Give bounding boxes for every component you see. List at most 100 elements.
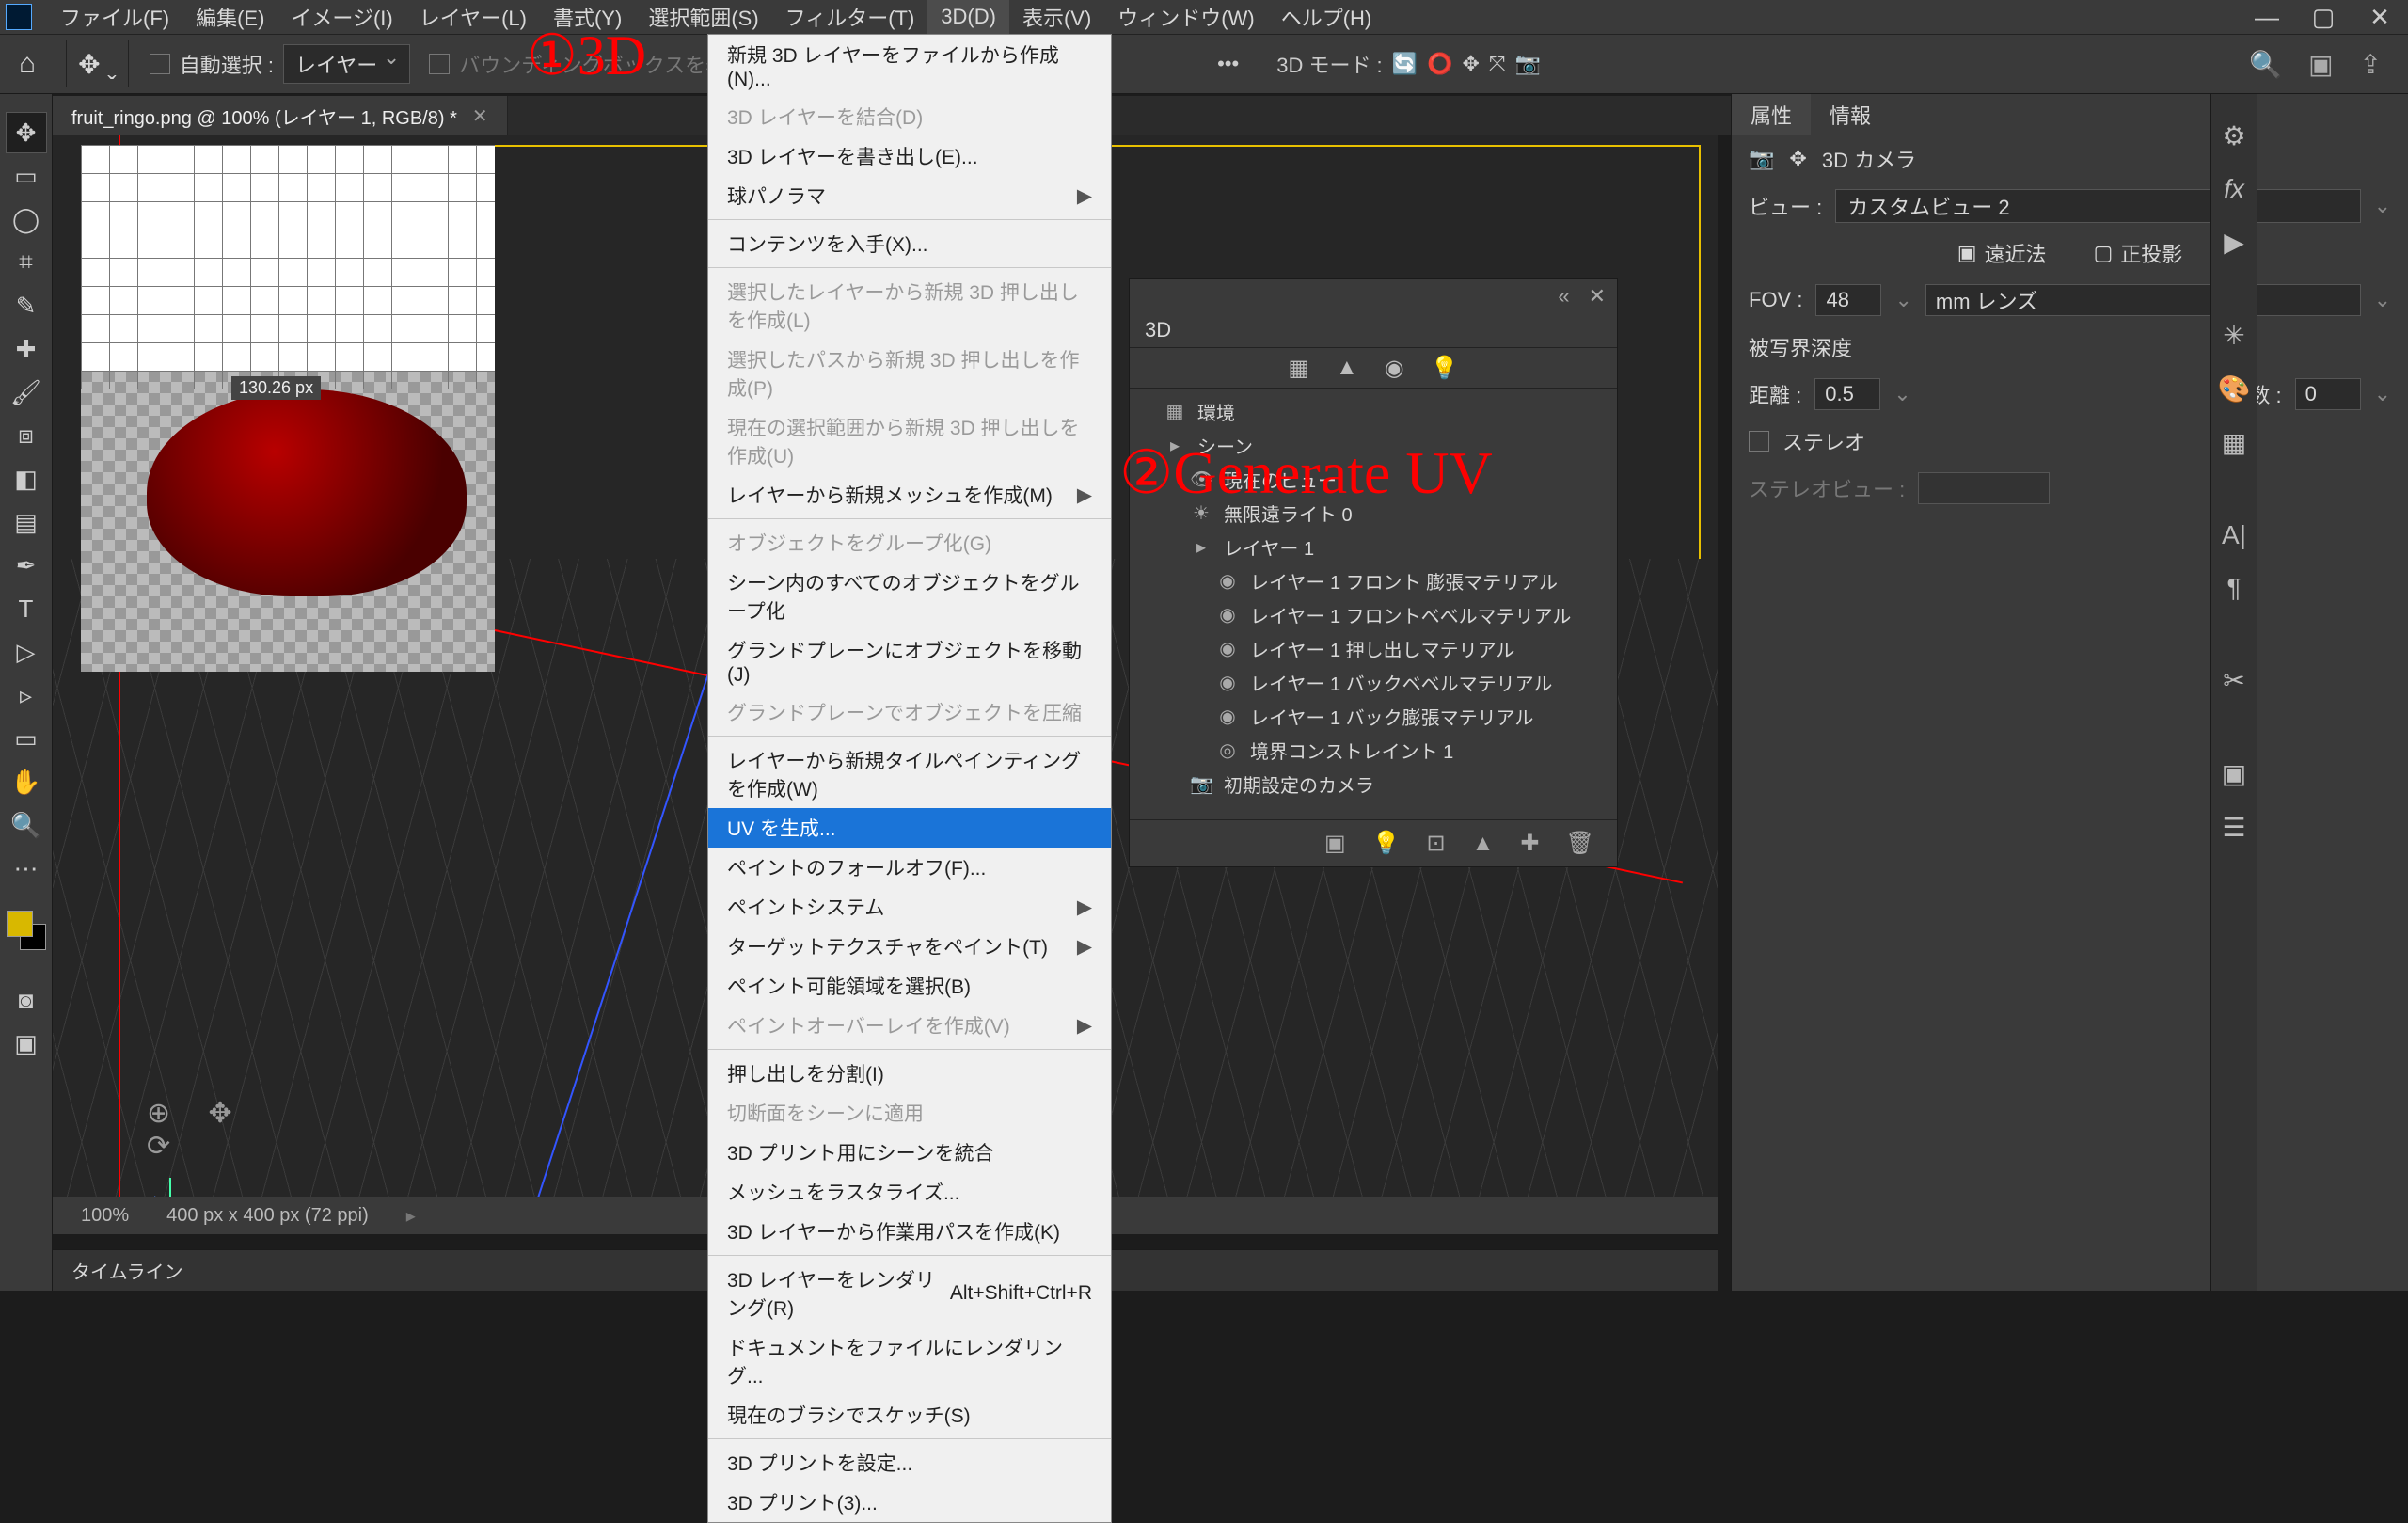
tree-row[interactable]: ◉レイヤー 1 バックベベルマテリアル [1149,665,1617,699]
quick-mask-button[interactable]: ◙ [7,980,46,1020]
menu-item[interactable]: 3D プリント用にシーンを統合 [708,1133,1111,1172]
menu-item[interactable]: コンテンツを入手(X)... [708,224,1111,263]
pan-icon[interactable]: ✥ [1462,52,1479,76]
hand-tool[interactable]: ✋ [7,762,46,801]
menu-item[interactable]: 新規 3D レイヤーをファイルから作成(N)... [708,35,1111,97]
zoom-level[interactable]: 100% [81,1205,129,1227]
tree-row[interactable]: ◉レイヤー 1 フロントベベルマテリアル [1149,597,1617,631]
tab-info[interactable]: 情報 [1811,94,1890,135]
document-tab[interactable]: fruit_ringo.png @ 100% (レイヤー 1, RGB/8) *… [53,96,508,135]
menu-image[interactable]: イメージ(I) [277,0,405,34]
menu-item[interactable]: シーン内のすべてのオブジェクトをグループ化 [708,563,1111,630]
dock-palette-icon[interactable]: 🎨 [2218,373,2251,405]
tree-row[interactable]: ◉レイヤー 1 バック膨張マテリアル [1149,699,1617,733]
menu-item[interactable]: レイヤーから新規タイルペインティングを作成(W) [708,740,1111,808]
dock-wheel-icon[interactable]: ✳ [2223,320,2244,351]
menu-edit[interactable]: 編集(E) [182,0,277,34]
brush-tool[interactable]: 🖌 [7,373,46,412]
color-swatches[interactable] [7,911,46,950]
path-select-tool[interactable]: ▷ [7,632,46,672]
crop-tool[interactable]: ⌗ [7,243,46,282]
camera-add-icon[interactable]: ⊡ [1427,830,1446,857]
panel-3d-tab[interactable]: 3D [1145,318,1171,342]
bbox-checkbox[interactable] [429,54,450,74]
menu-item[interactable]: 3D レイヤーから作業用パスを作成(K) [708,1212,1111,1251]
auto-select-dropdown[interactable]: レイヤー [283,44,410,84]
distance-input[interactable]: 0.5 [1814,378,1880,410]
menu-item[interactable]: ペイントシステム▶ [708,887,1111,927]
filter-light-icon[interactable]: 💡 [1431,355,1459,382]
lasso-tool[interactable]: ◯ [7,199,46,239]
menu-item[interactable]: 3D プリントを設定... [708,1443,1111,1483]
menu-item[interactable]: 3D レイヤーをレンダリング(R)Alt+Shift+Ctrl+R [708,1260,1111,1327]
menu-item[interactable]: 現在のブラシでスケッチ(S) [708,1395,1111,1435]
delete-icon[interactable]: 🗑 [1566,830,1594,857]
gradient-tool[interactable]: ▤ [7,502,46,542]
render-icon[interactable]: ▣ [1324,830,1346,857]
shape-tool[interactable]: ▭ [7,719,46,758]
home-icon[interactable]: ⌂ [19,48,36,80]
tree-row[interactable]: ◉レイヤー 1 フロント 膨張マテリアル [1149,563,1617,597]
dock-para-icon[interactable]: ¶ [2226,573,2241,603]
filter-material-icon[interactable]: ◉ [1385,355,1404,382]
filter-scene-icon[interactable]: ▦ [1288,355,1309,382]
menu-3d[interactable]: 3D(D) [927,0,1009,34]
tree-row[interactable]: ◉レイヤー 1 押し出しマテリアル [1149,631,1617,665]
slide-icon[interactable]: ⤧ [1489,52,1506,76]
menu-item[interactable]: ドキュメントをファイルにレンダリング... [708,1327,1111,1395]
menu-item[interactable]: 3D プリント(3)... [708,1483,1111,1522]
filter-mesh-icon[interactable]: ▲ [1336,355,1358,381]
pen-tool[interactable]: ✒ [7,546,46,585]
mesh-add-icon[interactable]: ▲ [1472,831,1495,857]
dock-cube-icon[interactable]: ▣ [2222,758,2246,789]
screen-mode-button[interactable]: ▣ [7,1023,46,1063]
fov-input[interactable]: 48 [1815,284,1881,316]
search-icon[interactable]: 🔍 [2249,49,2282,80]
menu-help[interactable]: ヘルプ(H) [1268,0,1386,34]
perspective-button[interactable]: ▣遠近法 [1957,238,2047,268]
minimize-button[interactable]: — [2239,0,2295,34]
heal-tool[interactable]: ✚ [7,329,46,369]
view-dropdown[interactable]: カスタムビュー 2 [1835,189,2360,223]
3d-widget-icons[interactable]: ⊕ ✥ ⟳ [147,1097,260,1153]
menu-select[interactable]: 選択範囲(S) [635,0,771,34]
dock-fx-icon[interactable]: fx [2224,174,2244,204]
tab-properties[interactable]: 属性 [1732,94,1811,135]
menu-item[interactable]: グランドプレーンにオブジェクトを移動(J) [708,630,1111,692]
direct-select-tool[interactable]: ▹ [7,675,46,715]
dock-swatches-icon[interactable]: ▦ [2222,427,2246,458]
fov-unit-dropdown[interactable]: mm レンズ [1925,284,2361,316]
colors-input[interactable]: 0 [2295,378,2361,410]
panel-close-icon[interactable]: ✕ [1589,284,1606,309]
move-tool-icon[interactable]: ✥ ˬ [78,49,117,80]
close-tab-icon[interactable]: ✕ [472,104,488,128]
frame-icon[interactable]: ▣ [2308,49,2333,80]
orbit-icon[interactable]: 🔄 [1392,52,1418,76]
orthographic-button[interactable]: ▢正投影 [2094,238,2183,268]
roll-icon[interactable]: ⭕ [1427,52,1452,76]
tree-row[interactable]: ▸レイヤー 1 [1149,530,1617,563]
menu-layer[interactable]: レイヤー(L) [406,0,540,34]
type-tool[interactable]: T [7,589,46,628]
menu-item[interactable]: 3D レイヤーを書き出し(E)... [708,136,1111,176]
panel-collapse-icon[interactable]: « [1558,284,1569,309]
menu-item[interactable]: ターゲットテクスチャをペイント(T)▶ [708,927,1111,966]
menu-item[interactable]: UV を生成... [708,808,1111,848]
marquee-tool[interactable]: ▭ [7,156,46,196]
close-button[interactable]: ✕ [2352,0,2408,34]
dock-play-icon[interactable]: ▶ [2224,227,2244,258]
dock-layers-icon[interactable]: ☰ [2222,812,2245,843]
stereo-checkbox[interactable] [1749,431,1769,452]
tree-row[interactable]: 📷初期設定のカメラ [1149,767,1617,801]
menu-file[interactable]: ファイル(F) [47,0,182,34]
maximize-button[interactable]: ▢ [2295,0,2352,34]
tree-row[interactable]: ▦環境 [1149,394,1617,428]
camera-icon[interactable]: 📷 [1515,52,1541,76]
new-icon[interactable]: ✚ [1520,830,1539,857]
menu-item[interactable]: 球パノラマ▶ [708,176,1111,215]
light-add-icon[interactable]: 💡 [1372,830,1401,857]
overflow-icon[interactable]: ••• [1217,52,1239,76]
menu-view[interactable]: 表示(V) [1009,0,1104,34]
menu-filter[interactable]: フィルター(T) [772,0,928,34]
menu-window[interactable]: ウィンドウ(W) [1104,0,1267,34]
